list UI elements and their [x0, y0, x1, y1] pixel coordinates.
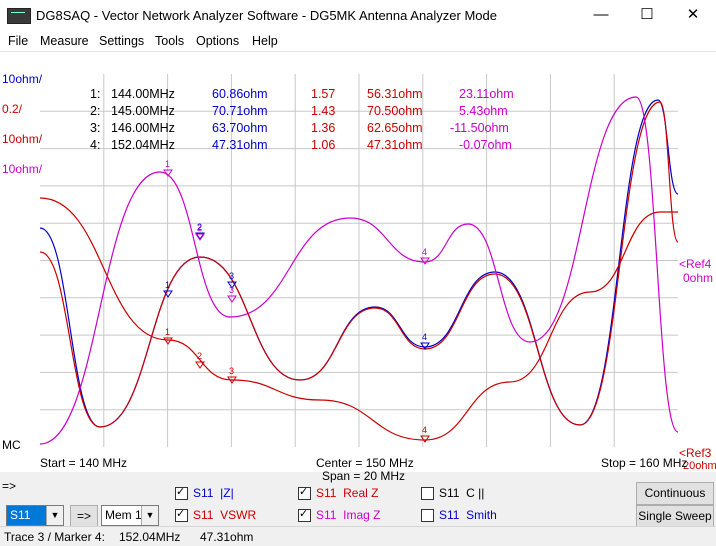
ref4-label: <Ref4	[679, 257, 712, 271]
imagz-checkbox[interactable]	[298, 507, 311, 522]
marker-freq: 144.00MHz	[111, 87, 175, 101]
marker-vswr: 1.06	[311, 138, 336, 152]
marker-absz: 47.31ohm	[212, 138, 268, 152]
marker-4-imagz-label: 4	[422, 247, 427, 257]
marker-1-absz-label: 1	[165, 280, 170, 290]
marker-absz: 70.71ohm	[212, 104, 268, 118]
menu-measure[interactable]: Measure	[40, 34, 89, 48]
marker-3-absz-label: 3	[229, 271, 234, 281]
ref3-value: 20ohm	[683, 460, 716, 472]
marker-2-imagz	[195, 233, 205, 241]
title-bar: DG8SAQ - Vector Network Analyzer Softwar…	[0, 0, 716, 31]
menu-settings[interactable]: Settings	[99, 34, 144, 48]
app-icon	[7, 8, 31, 24]
marker-1-vswr-label: 1	[165, 327, 170, 337]
imagz-checkbox-label[interactable]: S11 Imag Z	[316, 508, 380, 522]
marker-vswr: 1.57	[311, 87, 336, 101]
menu-file[interactable]: File	[8, 34, 28, 48]
chevron-down-icon: ▼	[46, 506, 63, 525]
smith-checkbox-label[interactable]: S11 Smith	[439, 508, 497, 522]
marker-vswr: 1.36	[311, 121, 336, 135]
single-sweep-button[interactable]: Single Sweep	[636, 505, 714, 528]
menu-help[interactable]: Help	[252, 34, 278, 48]
vswr-checkbox-label[interactable]: S11 VSWR	[193, 508, 256, 522]
marker-imagz: 5.43ohm	[459, 104, 508, 118]
controls-arrow-label: =>	[2, 479, 17, 493]
marker-3-vswr-label: 3	[229, 366, 234, 376]
status-frequency: 152.04MHz	[119, 530, 181, 544]
menu-options[interactable]: Options	[196, 34, 239, 48]
scale-imagz-label: 10ohm/	[2, 162, 43, 176]
menu-bar: File Measure Settings Tools Options Help	[0, 31, 716, 52]
marker-4-vswr	[420, 435, 430, 443]
marker-imagz: -11.50ohm	[450, 121, 509, 135]
menu-tools[interactable]: Tools	[155, 34, 184, 48]
marker-freq: 146.00MHz	[111, 121, 175, 135]
marker-3-imagz-label: 3	[229, 285, 234, 295]
marker-freq: 145.00MHz	[111, 104, 175, 118]
status-bar: Trace 3 / Marker 4: 152.04MHz 47.31ohm	[0, 526, 716, 546]
realz-checkbox-label[interactable]: S11 Real Z	[316, 486, 378, 500]
copy-to-memory-button[interactable]: =>	[70, 505, 98, 528]
window-title: DG8SAQ - Vector Network Analyzer Softwar…	[36, 8, 497, 23]
marker-num: 4:	[90, 138, 101, 152]
center-frequency-label: Center = 150 MHz	[316, 456, 414, 470]
marker-2-imagz-label: 2	[197, 223, 202, 233]
chevron-down-icon: ▼	[141, 506, 158, 525]
marker-num: 2:	[90, 104, 101, 118]
marker-2-vswr	[195, 361, 205, 369]
marker-num: 3:	[90, 121, 101, 135]
realz-checkbox[interactable]	[298, 485, 311, 500]
memory-select-value: Mem 1	[105, 508, 142, 522]
marker-table: 1: 144.00MHz 60.86ohm 1.57 56.31ohm 23.1…	[0, 52, 716, 162]
plot-markers: 123412341234	[163, 159, 430, 443]
marker-3-imagz	[227, 295, 237, 303]
start-frequency-label: Start = 140 MHz	[40, 456, 128, 470]
marker-imagz: -0.07ohm	[459, 138, 512, 152]
marker-freq: 152.04MHz	[111, 138, 175, 152]
close-button[interactable]: ✕	[670, 0, 716, 31]
marker-realz: 47.31ohm	[367, 138, 423, 152]
minimize-button[interactable]: —	[578, 0, 624, 31]
ref4-value: 0ohm	[683, 271, 714, 285]
parameter-select-value: S11	[10, 508, 31, 522]
plot-area[interactable]: 123412341234 10ohm/ 0.2/ 10ohm/ 10ohm/ M…	[0, 52, 716, 483]
span-label: Span = 20 MHz	[322, 469, 406, 483]
marker-absz: 60.86ohm	[212, 87, 268, 101]
status-value: 47.31ohm	[200, 530, 254, 544]
marker-realz: 62.65ohm	[367, 121, 423, 135]
marker-realz: 56.31ohm	[367, 87, 423, 101]
absz-checkbox[interactable]	[175, 485, 188, 500]
capacitance-checkbox-label[interactable]: S11 C ||	[439, 486, 484, 500]
absz-checkbox-label[interactable]: S11 |Z|	[193, 486, 234, 500]
marker-vswr: 1.43	[311, 104, 336, 118]
marker-4-vswr-label: 4	[422, 425, 427, 435]
status-trace-marker: Trace 3 / Marker 4:	[4, 530, 105, 544]
continuous-button[interactable]: Continuous	[636, 482, 714, 505]
capacitance-checkbox[interactable]	[421, 487, 434, 500]
memory-select[interactable]: Mem 1 ▼	[101, 505, 159, 526]
parameter-select[interactable]: S11 ▼	[6, 505, 64, 526]
marker-4-absz	[420, 342, 430, 350]
marker-imagz: 23.11ohm	[459, 87, 514, 101]
stop-frequency-label: Stop = 160 MHz	[601, 456, 688, 470]
marker-4-absz-label: 4	[422, 332, 427, 342]
smith-checkbox[interactable]	[421, 509, 434, 522]
marker-num: 1:	[90, 87, 101, 101]
maximize-button[interactable]: ☐	[624, 0, 670, 31]
marker-absz: 63.70ohm	[212, 121, 268, 135]
marker-realz: 70.50ohm	[367, 104, 423, 118]
vswr-checkbox[interactable]	[175, 507, 188, 522]
mc-label: MC	[2, 438, 21, 452]
marker-2-vswr-label: 2	[197, 351, 202, 361]
